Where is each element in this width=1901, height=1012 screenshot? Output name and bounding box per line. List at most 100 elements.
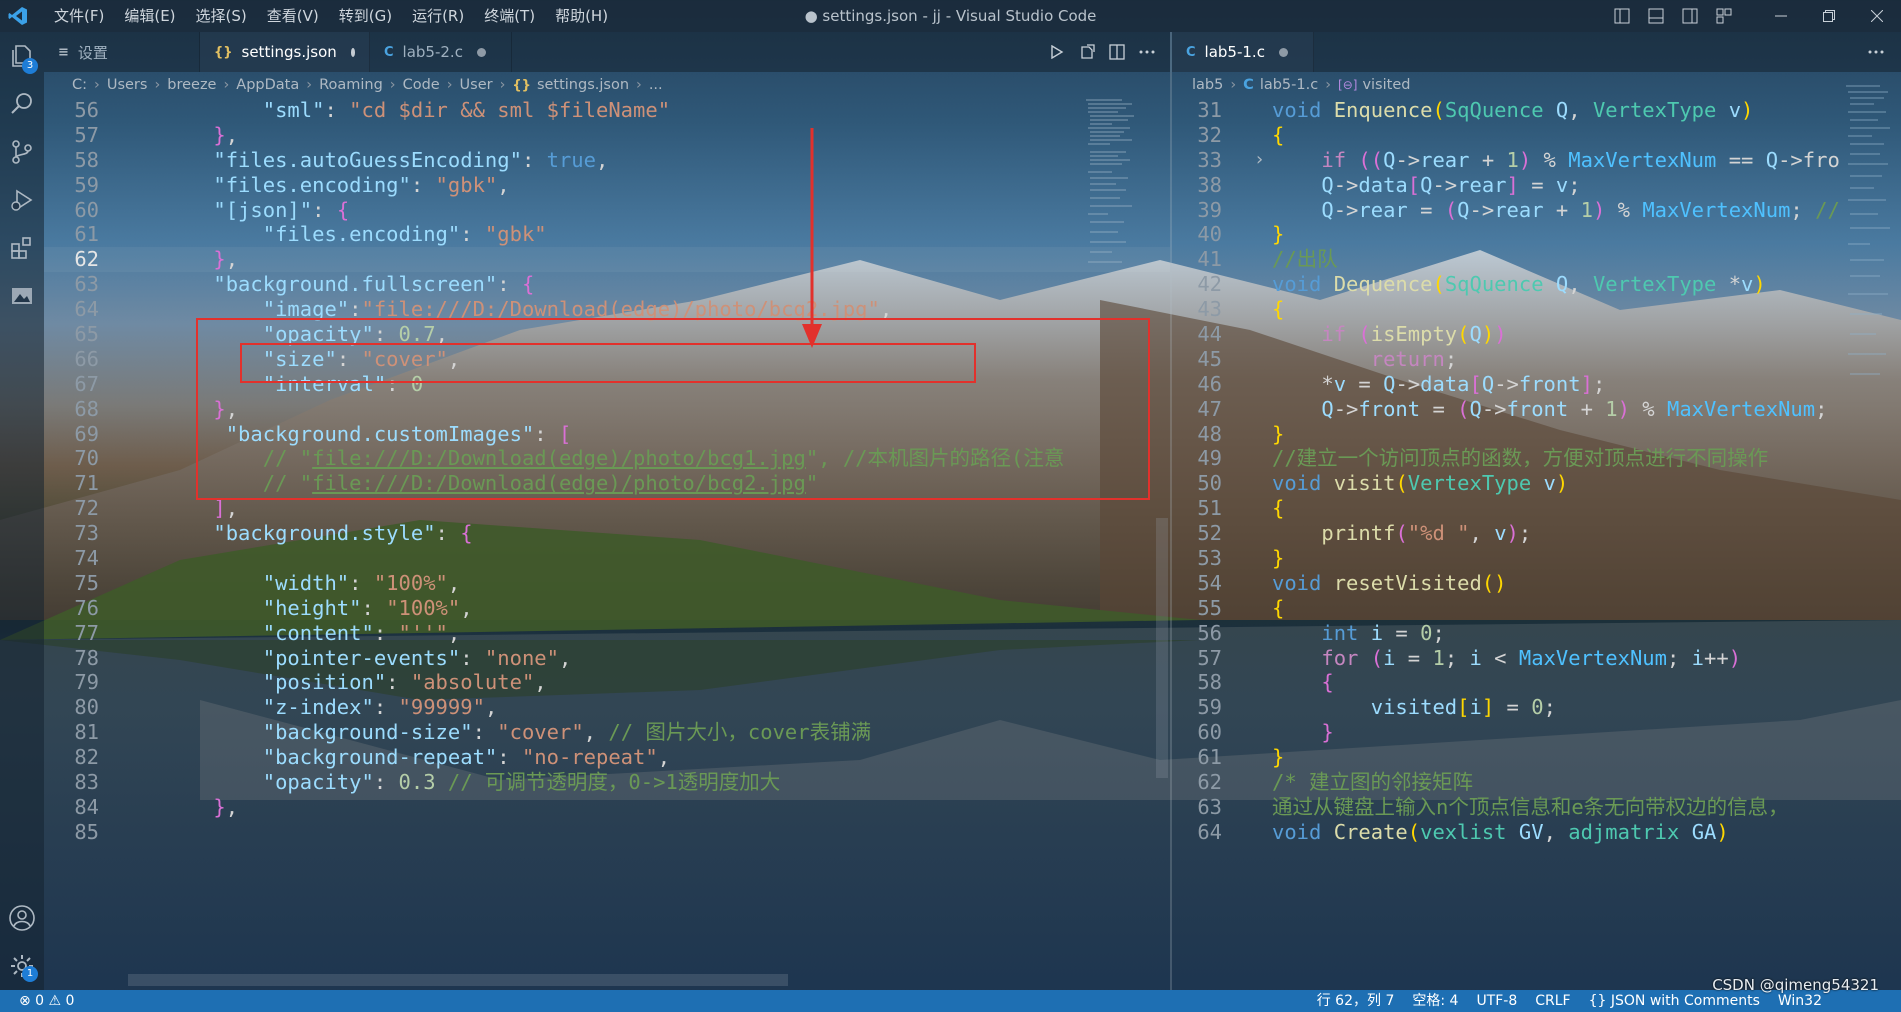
code-line[interactable]: 54 void resetVisited() [1172,571,1901,596]
fold-chevron-icon[interactable]: › [1254,148,1265,173]
end-of-line[interactable]: CRLF [1526,990,1579,1012]
problems-indicator[interactable]: ⊗ 0 ⚠ 0 [10,990,83,1012]
code-line[interactable]: 73 "background.style": { [44,521,1170,546]
code-line[interactable]: 60 } [1172,720,1901,745]
code-line[interactable]: 39 Q->rear = (Q->rear + 1) % MaxVertexNu… [1172,198,1901,223]
tab-settings-ui[interactable]: ≡ 设置 [44,32,200,72]
extensions-icon[interactable] [0,224,44,272]
explorer-icon[interactable]: 3 [0,32,44,80]
code-line[interactable]: 69 "background.customImages": [ [44,422,1170,447]
more-actions-icon[interactable] [1861,39,1891,65]
breadcrumb-item[interactable]: ... [649,77,663,93]
vertical-scrollbar-thumb[interactable] [1156,518,1168,778]
code-line[interactable]: 56 "sml": "cd $dir && sml $fileName" [44,98,1170,123]
run-icon[interactable] [1042,39,1072,65]
close-window-button[interactable] [1853,0,1901,32]
code-line[interactable]: 66 "size": "cover", [44,347,1170,372]
minimap[interactable] [1844,84,1901,384]
breadcrumb-item[interactable]: User [460,77,493,93]
more-actions-icon[interactable] [1132,39,1162,65]
code-line[interactable]: 82 "background-repeat": "no-repeat", [44,745,1170,770]
account-icon[interactable] [0,894,44,942]
code-line[interactable]: 40} [1172,222,1901,247]
code-line[interactable]: 70 // "file:///D:/Download(edge)/photo/b… [44,446,1170,471]
code-line[interactable]: 60 "[json]": { [44,198,1170,223]
unsaved-dot-icon[interactable] [476,47,486,57]
cursor-position[interactable]: 行 62，列 7 [1308,990,1404,1012]
code-line[interactable]: 42 void Dequence(SqQuence Q, VertexType *… [1172,272,1901,297]
left-code-area[interactable]: 56 "sml": "cd $dir && sml $fileName" 57 }… [44,98,1170,844]
code-line[interactable]: 43 { [1172,297,1901,322]
menu-view[interactable]: 查看(V) [257,0,329,32]
minimap[interactable] [1082,98,1142,398]
run-debug-icon[interactable] [0,176,44,224]
indentation[interactable]: 空格: 4 [1403,990,1467,1012]
code-line[interactable]: 59 visited[i] = 0; [1172,695,1901,720]
breadcrumb-item[interactable]: C: [72,77,87,93]
breadcrumb-item[interactable]: Roaming [319,77,383,93]
breadcrumb-item[interactable]: breeze [167,77,216,93]
breadcrumb-item[interactable]: lab5-1.c [1260,77,1318,93]
menu-terminal[interactable]: 终端(T) [474,0,545,32]
code-line[interactable]: 59 "files.encoding": "gbk", [44,173,1170,198]
horizontal-scrollbar-thumb[interactable] [128,974,788,986]
image-preview-icon[interactable] [0,272,44,320]
code-line[interactable]: 48} [1172,422,1901,447]
code-line[interactable]: 53} [1172,546,1901,571]
code-line[interactable]: 78 "pointer-events": "none", [44,646,1170,671]
code-line[interactable]: 68 }, [44,397,1170,422]
code-line[interactable]: 62 }, [44,247,1170,273]
code-line[interactable]: 71 // "file:///D:/Download(edge)/photo/b… [44,471,1170,496]
menu-edit[interactable]: 编辑(E) [114,0,185,32]
code-line[interactable]: 32 { [1172,123,1901,148]
unsaved-dot-icon[interactable] [1278,47,1288,57]
code-line[interactable]: 58 { [1172,670,1901,695]
code-line[interactable]: 76 "height": "100%", [44,596,1170,621]
code-line[interactable]: 75 "width": "100%", [44,571,1170,596]
code-line[interactable]: 80 "z-index": "99999", [44,695,1170,720]
code-line[interactable]: 81 "background-size": "cover", // 图片大小，c… [44,720,1170,745]
customize-layout-icon[interactable] [1712,6,1736,26]
unsaved-dot-icon[interactable] [350,47,355,57]
code-line[interactable]: 74 [44,546,1170,571]
code-line[interactable]: 79 "position": "absolute", [44,670,1170,695]
code-line[interactable]: 44 if (isEmpty(Q)) [1172,322,1901,347]
split-editor-icon[interactable] [1102,39,1132,65]
toggle-primary-sidebar-icon[interactable] [1610,6,1634,26]
code-line[interactable]: 50 void visit(VertexType v) [1172,471,1901,496]
menu-selection[interactable]: 选择(S) [186,0,257,32]
source-control-icon[interactable] [0,128,44,176]
restore-button[interactable] [1805,0,1853,32]
code-line[interactable]: 84 }, [44,795,1170,820]
code-line[interactable]: 56 int i = 0; [1172,621,1901,646]
breadcrumb-item[interactable]: Users [107,77,148,93]
code-line[interactable]: 38 Q->data[Q->rear] = v; [1172,173,1901,198]
code-line[interactable]: 52 printf("%d ", v); [1172,521,1901,546]
code-line[interactable]: 57 }, [44,123,1170,148]
code-line[interactable]: 61} [1172,745,1901,770]
code-line[interactable]: 62 /* 建立图的邻接矩阵 [1172,770,1901,795]
toggle-panel-icon[interactable] [1644,6,1668,26]
code-line[interactable]: 64 void Create(vexlist GV, adjmatrix GA) [1172,820,1901,844]
code-line[interactable]: 45 return; [1172,347,1901,372]
breadcrumb-item[interactable]: Code [403,77,440,93]
menu-go[interactable]: 转到(G) [329,0,402,32]
code-line[interactable]: 51 { [1172,496,1901,521]
code-line[interactable]: 63 "background.fullscreen": { [44,272,1170,297]
minimize-button[interactable] [1757,0,1805,32]
manage-gear-icon[interactable]: 1 [0,942,44,990]
menu-run[interactable]: 运行(R) [402,0,474,32]
code-line[interactable]: 57 for (i = 1; i < MaxVertexNum; i++) [1172,646,1901,671]
search-icon[interactable] [0,80,44,128]
code-line[interactable]: 31 void Enquence(SqQuence Q, VertexType v… [1172,98,1901,123]
menu-file[interactable]: 文件(F) [44,0,114,32]
breadcrumb-item[interactable]: lab5 [1192,77,1223,93]
code-line[interactable]: 55 { [1172,596,1901,621]
code-line[interactable]: 41 //出队 [1172,247,1901,272]
breadcrumb-item[interactable]: visited [1362,77,1410,93]
tab-settings-json[interactable]: {} settings.json [200,32,370,72]
tab-lab5-2-c[interactable]: C lab5-2.c [370,32,512,72]
breadcrumb-item[interactable]: AppData [236,77,299,93]
tab-lab5-1-c[interactable]: C lab5-1.c [1172,32,1314,72]
code-line[interactable]: 33 if ((Q->rear + 1) % MaxVertexNum == Q… [1172,148,1901,173]
